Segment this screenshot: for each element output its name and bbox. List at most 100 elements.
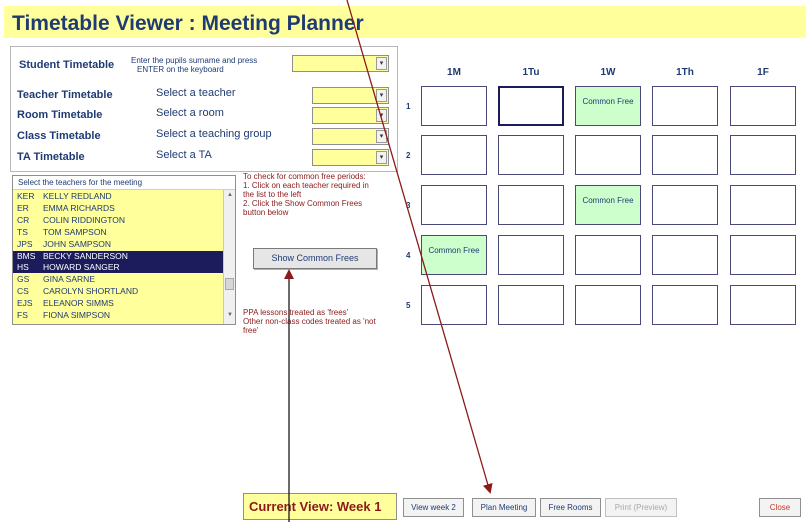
timetable-cell[interactable] <box>730 285 796 325</box>
teacher-code: CR <box>17 214 30 225</box>
page-title: Timetable Viewer : Meeting Planner <box>12 12 364 35</box>
timetable-cell[interactable] <box>575 285 641 325</box>
teacher-name: COLIN RIDDINGTON <box>43 214 126 225</box>
timetable-cell[interactable] <box>421 285 487 325</box>
teacher-row[interactable]: BMS BECKY SANDERSON <box>13 250 223 262</box>
teacher-code: TS <box>17 226 28 237</box>
teacher-row[interactable]: EJS ELEANOR SIMMS <box>13 298 223 309</box>
timetable-cell[interactable] <box>652 185 718 225</box>
scroll-thumb[interactable] <box>225 278 234 290</box>
chevron-down-icon[interactable]: ▾ <box>376 109 387 122</box>
row-header: 5 <box>406 301 411 310</box>
free-rooms-button[interactable]: Free Rooms <box>540 498 601 517</box>
teacher-code: JPS <box>17 238 33 249</box>
teacher-code: CS <box>17 286 29 297</box>
notes: PPA lessons treated as 'frees' Other non… <box>243 308 376 335</box>
common-free-label: Common Free <box>582 97 634 106</box>
timetable-cell[interactable] <box>498 135 564 175</box>
student-search-combo[interactable]: ▾ <box>292 55 389 72</box>
print-preview-button[interactable]: Print (Preview) <box>605 498 677 517</box>
timetable-cell[interactable] <box>421 86 487 126</box>
timetable-cell[interactable] <box>498 285 564 325</box>
chevron-down-icon[interactable]: ▾ <box>376 57 387 70</box>
teacher-code: EJS <box>17 298 33 309</box>
ta-prompt: Select a TA <box>156 149 212 161</box>
instructions: To check for common free periods: 1. Cli… <box>243 172 369 217</box>
teacher-name: CAROLYN SHORTLAND <box>43 286 139 297</box>
teacher-name: BECKY SANDERSON <box>43 250 128 261</box>
title-bar: Timetable Viewer : Meeting Planner <box>4 6 806 38</box>
timetable-cell[interactable] <box>498 86 564 126</box>
current-view-box: Current View: Week 1 <box>243 493 397 520</box>
teacher-list-header: Select the teachers for the meeting <box>13 176 235 190</box>
timetable-cell[interactable] <box>652 86 718 126</box>
teacher-row[interactable]: GS GINA SARNE <box>13 274 223 285</box>
room-prompt: Select a room <box>156 107 224 119</box>
common-free-label: Common Free <box>582 196 634 205</box>
teacher-row[interactable]: CS CAROLYN SHORTLAND <box>13 286 223 297</box>
teacher-row[interactable]: TS TOM SAMPSON <box>13 227 223 238</box>
timetable-cell[interactable] <box>652 235 718 275</box>
class-select[interactable]: ▾ <box>312 128 389 145</box>
teacher-select[interactable]: ▾ <box>312 87 389 104</box>
timetable-cell[interactable] <box>575 135 641 175</box>
teacher-prompt: Select a teacher <box>156 87 236 99</box>
timetable-cell[interactable] <box>730 185 796 225</box>
teacher-list[interactable]: Select the teachers for the meeting KER K… <box>12 175 236 325</box>
teacher-row[interactable]: ER EMMA RICHARDS <box>13 203 223 214</box>
teacher-list-scrollbar[interactable]: ▲ ▼ <box>223 190 235 324</box>
timetable-cell[interactable] <box>730 135 796 175</box>
plan-meeting-button[interactable]: Plan Meeting <box>472 498 536 517</box>
teacher-name: EMMA RICHARDS <box>43 202 115 213</box>
timetable-cell[interactable] <box>498 235 564 275</box>
class-prompt: Select a teaching group <box>156 128 272 140</box>
student-hint: Enter the pupils surname and press ENTER… <box>131 56 258 74</box>
teacher-name: ELEANOR SIMMS <box>43 298 114 309</box>
timetable-cell[interactable] <box>730 86 796 126</box>
row-header: 2 <box>406 151 411 160</box>
teacher-row[interactable]: FS FIONA SIMPSON <box>13 310 223 321</box>
view-week2-button[interactable]: View week 2 <box>403 498 464 517</box>
timetable-cell[interactable]: Common Free <box>421 235 487 275</box>
row-header: 4 <box>406 251 411 260</box>
column-header-1m: 1M <box>447 67 461 78</box>
timetable-cell[interactable]: Common Free <box>575 185 641 225</box>
timetable-cell[interactable] <box>730 235 796 275</box>
timetable-cell[interactable] <box>652 285 718 325</box>
close-button[interactable]: Close <box>759 498 801 517</box>
chevron-down-icon[interactable]: ▾ <box>376 151 387 164</box>
room-timetable-label: Room Timetable <box>17 109 103 121</box>
timetable-cell[interactable] <box>575 235 641 275</box>
teacher-timetable-label: Teacher Timetable <box>17 89 113 101</box>
teacher-code: HS <box>17 262 29 273</box>
common-free-label: Common Free <box>428 246 480 255</box>
class-timetable-label: Class Timetable <box>17 130 101 142</box>
scroll-up-icon[interactable]: ▲ <box>227 192 233 198</box>
room-select[interactable]: ▾ <box>312 107 389 124</box>
column-header-1w: 1W <box>600 67 616 78</box>
timetable-cell[interactable] <box>421 135 487 175</box>
teacher-code: ER <box>17 202 29 213</box>
teacher-row[interactable]: HS HOWARD SANGER <box>13 262 223 274</box>
scroll-down-icon[interactable]: ▼ <box>227 312 233 318</box>
student-timetable-label: Student Timetable <box>19 59 115 71</box>
chevron-down-icon[interactable]: ▾ <box>376 130 387 143</box>
timetable-cell[interactable] <box>421 185 487 225</box>
row-header: 1 <box>406 102 411 111</box>
teacher-row[interactable]: KER KELLY REDLAND <box>13 191 223 202</box>
teacher-name: FIONA SIMPSON <box>43 310 111 320</box>
timetable-cell[interactable] <box>652 135 718 175</box>
current-view-label: Current View: Week 1 <box>249 499 382 514</box>
ta-select[interactable]: ▾ <box>312 149 389 166</box>
timetable-cell[interactable] <box>498 185 564 225</box>
show-common-frees-button[interactable]: Show Common Frees <box>253 248 377 269</box>
teacher-code: BMS <box>17 250 36 261</box>
column-header-1f: 1F <box>757 67 769 78</box>
chevron-down-icon[interactable]: ▾ <box>376 89 387 102</box>
timetable-selector-panel: Student Timetable Enter the pupils surna… <box>10 46 398 172</box>
teacher-name: TOM SAMPSON <box>43 226 107 237</box>
teacher-code: GS <box>17 274 30 285</box>
teacher-row[interactable]: JPS JOHN SAMPSON <box>13 239 223 250</box>
teacher-row[interactable]: CR COLIN RIDDINGTON <box>13 215 223 226</box>
timetable-cell[interactable]: Common Free <box>575 86 641 126</box>
